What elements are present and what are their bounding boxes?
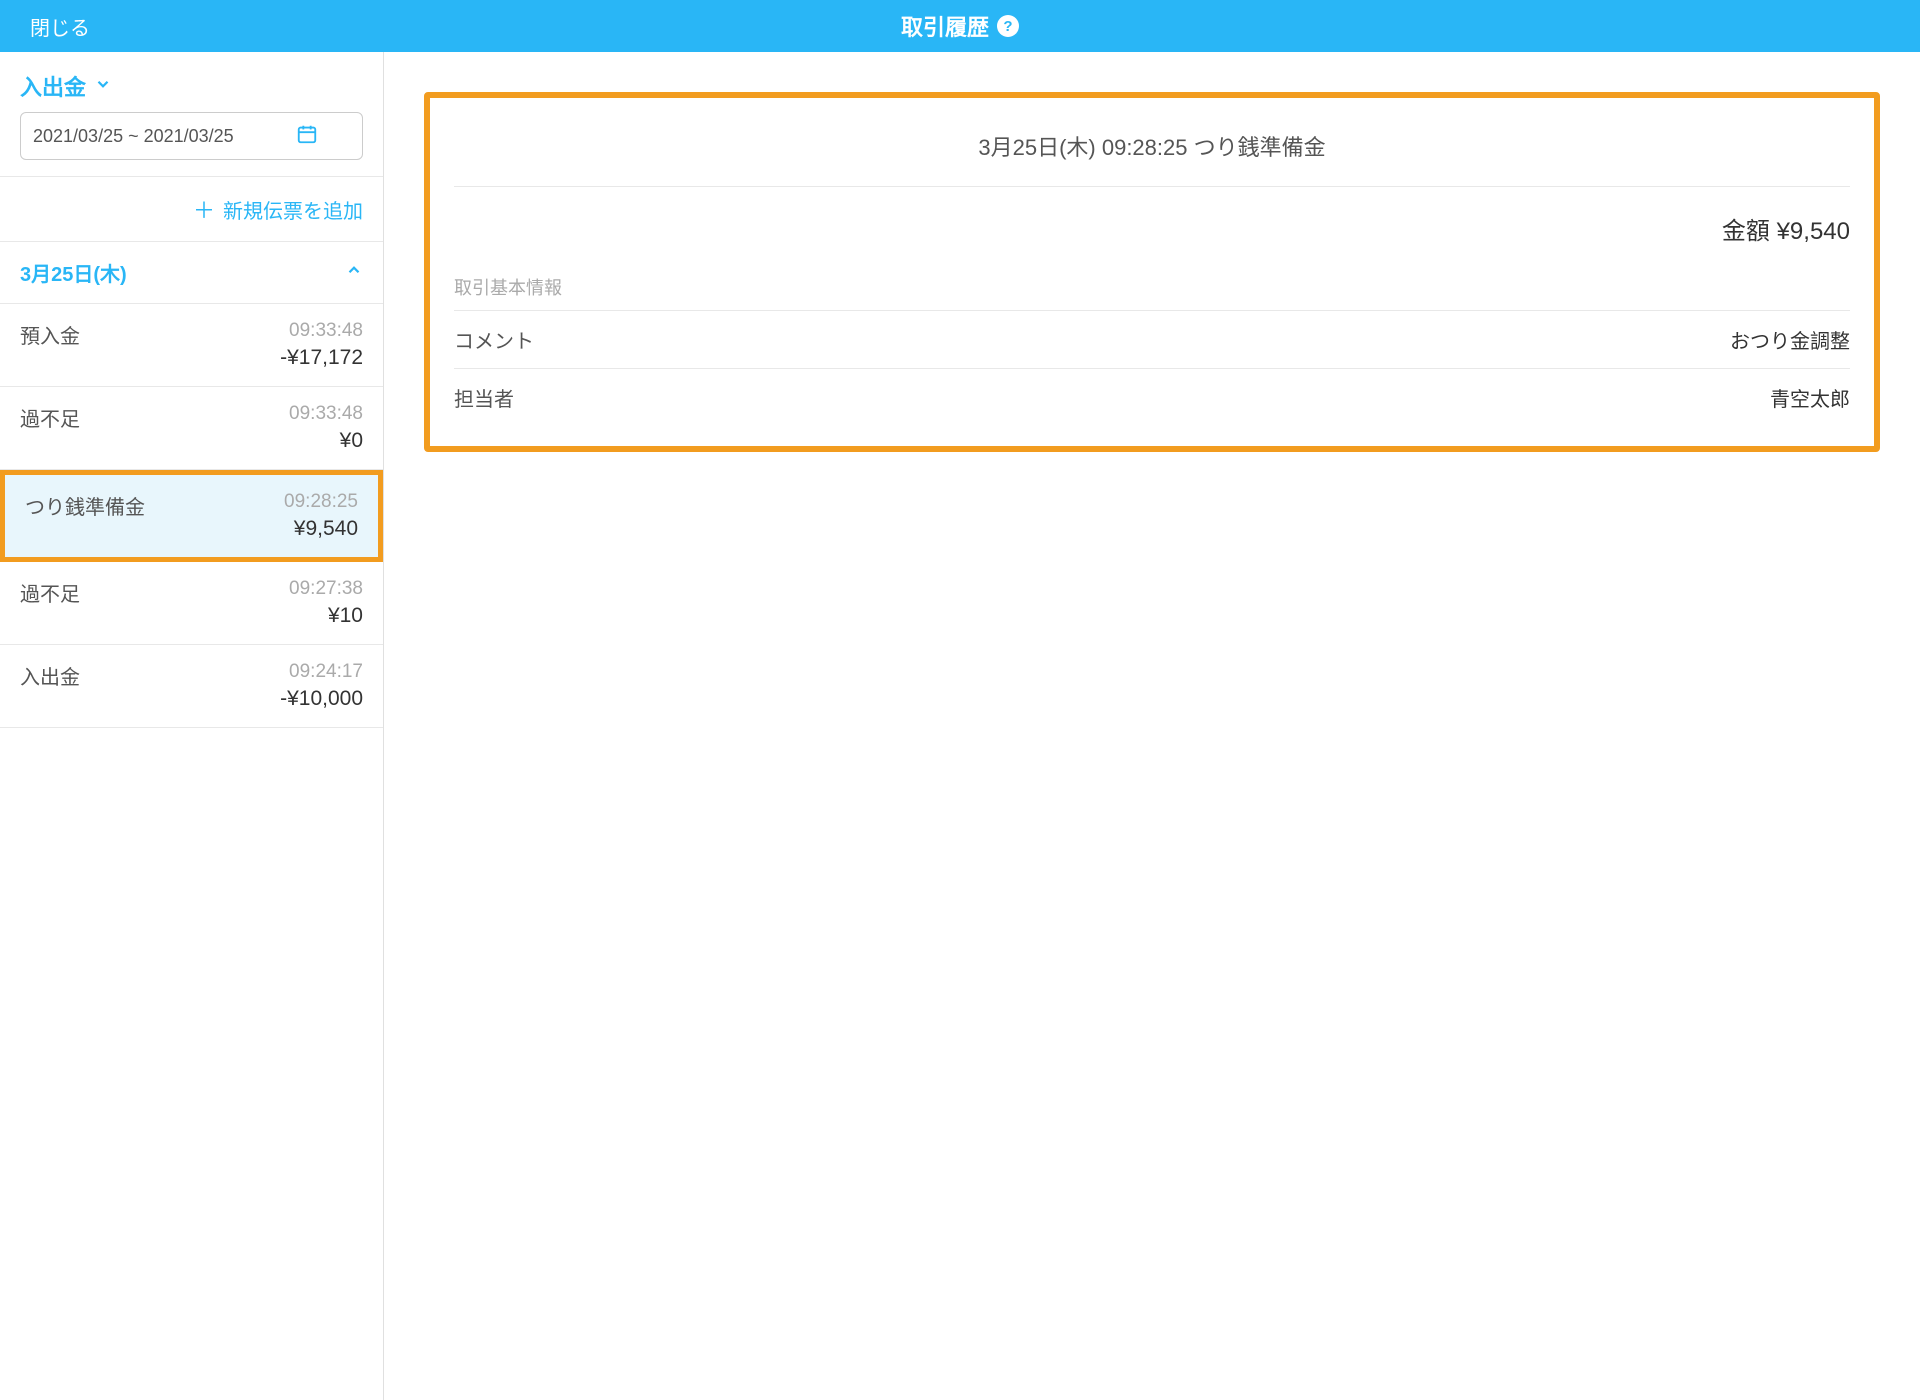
filter-label: 入出金 bbox=[20, 70, 86, 102]
transaction-time: 09:28:25 bbox=[284, 491, 358, 513]
date-range-wrap: 2021/03/25 ~ 2021/03/25 bbox=[0, 112, 383, 176]
detail-value: 青空太郎 bbox=[1770, 383, 1850, 412]
detail-panel: 3月25日(木) 09:28:25 つり銭準備金 金額 ¥9,540 取引基本情… bbox=[384, 52, 1920, 1400]
add-slip-button[interactable]: ＋ 新規伝票を追加 bbox=[0, 176, 383, 242]
transaction-item[interactable]: 入出金 09:24:17 -¥10,000 bbox=[0, 645, 383, 728]
transaction-meta: 09:27:38 ¥10 bbox=[289, 578, 363, 628]
add-slip-label: 新規伝票を追加 bbox=[223, 195, 363, 224]
transaction-meta: 09:33:48 -¥17,172 bbox=[280, 320, 363, 370]
transaction-label: 過不足 bbox=[20, 578, 80, 628]
sidebar: 入出金 2021/03/25 ~ 2021/03/25 ＋ 新規伝票を追加 3月… bbox=[0, 52, 384, 1400]
transaction-meta: 09:33:48 ¥0 bbox=[289, 403, 363, 453]
date-range-input[interactable]: 2021/03/25 ~ 2021/03/25 bbox=[20, 112, 363, 160]
detail-section-label: 取引基本情報 bbox=[454, 274, 1850, 311]
transaction-item[interactable]: 過不足 09:33:48 ¥0 bbox=[0, 387, 383, 470]
detail-key: 担当者 bbox=[454, 383, 514, 412]
detail-row: 担当者 青空太郎 bbox=[454, 369, 1850, 426]
help-icon[interactable]: ? bbox=[997, 15, 1019, 37]
transaction-label: 預入金 bbox=[20, 320, 80, 370]
transaction-time: 09:33:48 bbox=[289, 403, 363, 425]
transaction-label: 過不足 bbox=[20, 403, 80, 453]
transaction-label: つり銭準備金 bbox=[25, 491, 145, 541]
date-group-label: 3月25日(木) bbox=[20, 258, 127, 287]
chevron-up-icon bbox=[345, 261, 363, 285]
app-header: 閉じる 取引履歴 ? bbox=[0, 0, 1920, 52]
date-range-text: 2021/03/25 ~ 2021/03/25 bbox=[33, 126, 234, 147]
transaction-amount: ¥9,540 bbox=[284, 517, 358, 541]
header-title-wrap: 取引履歴 ? bbox=[901, 10, 1019, 42]
transaction-time: 09:33:48 bbox=[280, 320, 363, 342]
transaction-time: 09:24:17 bbox=[280, 661, 363, 683]
detail-title: 3月25日(木) 09:28:25 つり銭準備金 bbox=[454, 118, 1850, 187]
detail-amount: 金額 ¥9,540 bbox=[454, 187, 1850, 274]
transaction-item[interactable]: 預入金 09:33:48 -¥17,172 bbox=[0, 304, 383, 387]
transaction-amount: -¥17,172 bbox=[280, 346, 363, 370]
page-title: 取引履歴 bbox=[901, 10, 989, 42]
transaction-list: 預入金 09:33:48 -¥17,172 過不足 09:33:48 ¥0 つり… bbox=[0, 304, 383, 1400]
chevron-down-icon bbox=[94, 73, 112, 99]
detail-row: コメント おつり金調整 bbox=[454, 311, 1850, 369]
transaction-amount: ¥0 bbox=[289, 429, 363, 453]
transaction-item-selected[interactable]: つり銭準備金 09:28:25 ¥9,540 bbox=[0, 470, 383, 562]
filter-dropdown[interactable]: 入出金 bbox=[0, 52, 383, 112]
transaction-meta: 09:28:25 ¥9,540 bbox=[284, 491, 358, 541]
detail-card: 3月25日(木) 09:28:25 つり銭準備金 金額 ¥9,540 取引基本情… bbox=[424, 92, 1880, 452]
transaction-item[interactable]: 過不足 09:27:38 ¥10 bbox=[0, 562, 383, 645]
date-group-header[interactable]: 3月25日(木) bbox=[0, 242, 383, 304]
transaction-time: 09:27:38 bbox=[289, 578, 363, 600]
detail-value: おつり金調整 bbox=[1730, 325, 1850, 354]
close-button[interactable]: 閉じる bbox=[30, 12, 90, 41]
transaction-meta: 09:24:17 -¥10,000 bbox=[280, 661, 363, 711]
transaction-label: 入出金 bbox=[20, 661, 80, 711]
calendar-icon bbox=[296, 123, 318, 150]
transaction-amount: -¥10,000 bbox=[280, 687, 363, 711]
main-container: 入出金 2021/03/25 ~ 2021/03/25 ＋ 新規伝票を追加 3月… bbox=[0, 52, 1920, 1400]
transaction-amount: ¥10 bbox=[289, 604, 363, 628]
detail-key: コメント bbox=[454, 325, 534, 354]
plus-icon: ＋ bbox=[193, 193, 215, 225]
